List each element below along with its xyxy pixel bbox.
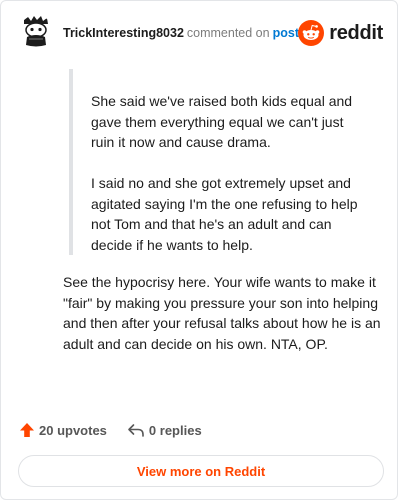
- quote-paragraph: She said we've raised both kids equal an…: [91, 93, 353, 150]
- upvotes-stat[interactable]: 20 upvotes: [19, 422, 107, 438]
- username-link[interactable]: TrickInteresting8032: [63, 26, 184, 40]
- upvotes-count: 20 upvotes: [39, 422, 107, 438]
- reddit-wordmark: reddit: [329, 21, 383, 44]
- comment-body: See the hypocrisy here. Your wife wants …: [63, 272, 383, 354]
- view-more-button[interactable]: View more on Reddit: [18, 455, 384, 487]
- reddit-logo-icon: [298, 20, 325, 46]
- quoted-text-block: She said we've raised both kids equal an…: [69, 69, 369, 255]
- comment-embed-card: TrickInteresting8032 commented on post red…: [0, 0, 398, 500]
- replies-count: 0 replies: [148, 422, 202, 438]
- commented-on-text: commented on: [186, 26, 270, 40]
- reddit-brand[interactable]: reddit: [298, 20, 383, 46]
- quote-paragraph: I said no and she got extremely upset an…: [91, 175, 358, 253]
- post-link[interactable]: post: [273, 26, 299, 40]
- upvote-arrow-icon: [20, 423, 34, 437]
- reply-arrow-icon: [128, 424, 144, 437]
- comment-header: TrickInteresting8032 commented on post red…: [19, 15, 383, 55]
- snoo-avatar-icon: [19, 15, 53, 49]
- commenter-line: TrickInteresting8032 commented on post: [63, 26, 299, 40]
- replies-stat[interactable]: 0 replies: [127, 422, 202, 438]
- comment-body-text: See the hypocrisy here. Your wife wants …: [63, 274, 381, 352]
- user-avatar[interactable]: [19, 15, 53, 49]
- comment-footer: 20 upvotes 0 replies: [19, 418, 202, 442]
